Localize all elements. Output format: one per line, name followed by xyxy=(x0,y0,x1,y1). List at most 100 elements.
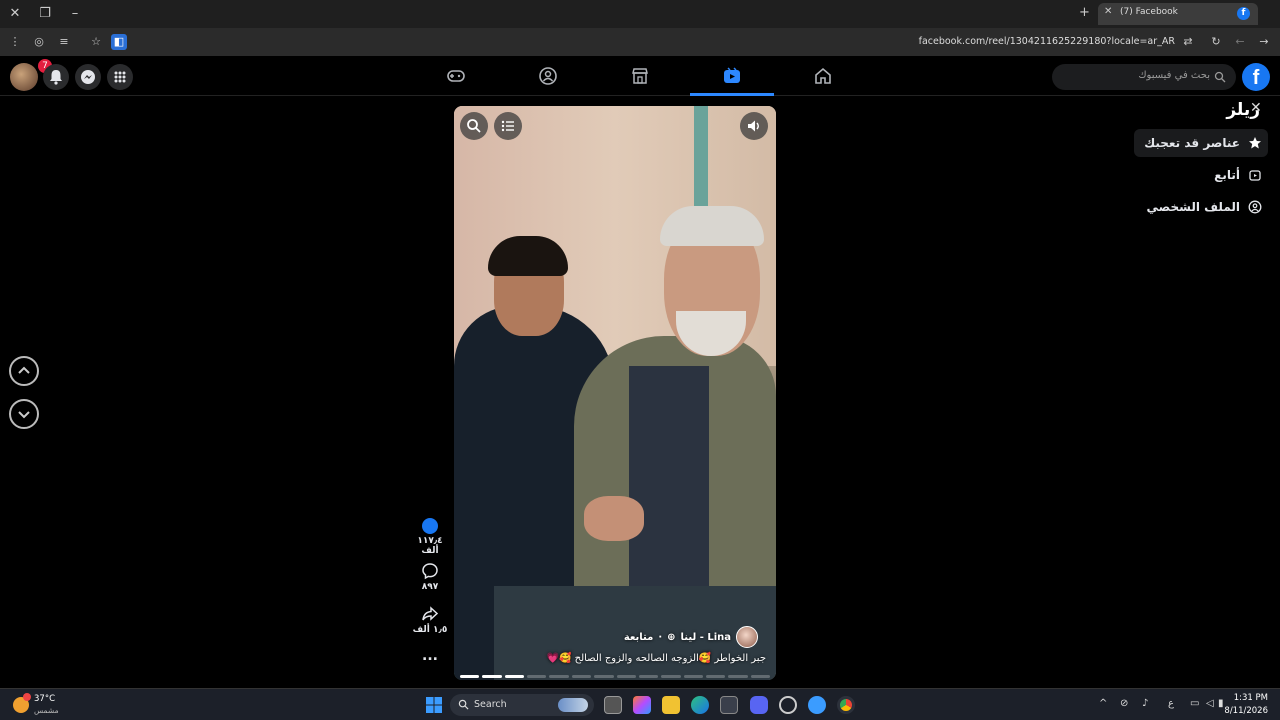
messaging-app-icon[interactable] xyxy=(808,696,826,714)
reel-caption: جبر الخواطر 🥰الزوجه الصالحه والزوج الصال… xyxy=(546,653,766,664)
gaming-icon[interactable] xyxy=(446,66,466,86)
facebook-logo[interactable]: f xyxy=(1242,63,1270,91)
grid-menu-icon xyxy=(114,71,126,83)
clock-time[interactable]: 1:31 PM xyxy=(1234,693,1268,703)
progress-segment xyxy=(549,675,569,678)
back-icon[interactable]: → xyxy=(1256,34,1272,50)
task-view-icon[interactable] xyxy=(604,696,622,714)
reading-list-icon[interactable]: ≡ xyxy=(56,34,72,50)
progress-segment xyxy=(750,675,771,678)
reel-list-button[interactable] xyxy=(494,112,522,140)
extension-icon[interactable]: ◧ xyxy=(111,34,127,50)
like-button[interactable]: ١١٧٫٤ ألف xyxy=(410,518,450,556)
site-settings-icon[interactable]: ⇄ xyxy=(1180,34,1196,50)
mute-button[interactable] xyxy=(740,112,768,140)
forward-icon[interactable]: ← xyxy=(1232,34,1248,50)
globe-icon: ⊕ xyxy=(667,631,676,643)
restore-window-icon[interactable]: ❐ xyxy=(34,4,56,24)
notifications-button[interactable] xyxy=(43,64,69,90)
store-icon[interactable] xyxy=(720,696,738,714)
discord-icon[interactable] xyxy=(750,696,768,714)
speaker-icon xyxy=(748,120,759,132)
file-explorer-icon[interactable] xyxy=(662,696,680,714)
reel-video[interactable]: متابعة · ⊕ لينا - Lina جبر الخواطر 🥰الزو… xyxy=(454,106,776,680)
reels-video-icon[interactable] xyxy=(722,66,742,86)
close-window-icon[interactable]: ✕ xyxy=(4,4,26,24)
edge-browser-icon[interactable] xyxy=(691,696,709,714)
profile-icon xyxy=(1248,200,1262,214)
browser-tab-bar: ✕ ❐ – + ✕ (7) Facebook f xyxy=(0,0,1280,28)
marketplace-icon[interactable] xyxy=(630,66,650,86)
sidebar-item-following[interactable]: أتابع xyxy=(1204,161,1268,189)
like-count: ١١٧٫٤ ألف xyxy=(417,536,443,556)
copilot-icon[interactable] xyxy=(633,696,651,714)
menu-button[interactable] xyxy=(107,64,133,90)
follow-link[interactable]: متابعة xyxy=(624,632,654,643)
groups-icon[interactable] xyxy=(538,66,558,86)
progress-segment xyxy=(460,675,480,678)
windows-start-icon[interactable] xyxy=(426,697,442,713)
address-bar: ⋮ ◎ ≡ ☆ ◧ facebook.com/reel/130421162522… xyxy=(0,28,1280,56)
sidebar-item-label: عناصر قد تعجبك xyxy=(1144,136,1240,150)
share-count: ١٫٥ ألف xyxy=(412,625,448,635)
sidebar-item-label: أتابع xyxy=(1214,168,1240,182)
more-options-button[interactable]: ... xyxy=(410,648,450,664)
reel-author[interactable]: متابعة · ⊕ لينا - Lina xyxy=(624,626,758,648)
show-hidden-icons-icon[interactable]: ^ xyxy=(1099,698,1107,709)
battery-icon[interactable]: ▮ xyxy=(1218,698,1224,709)
new-tab-button[interactable]: + xyxy=(1079,5,1090,20)
chevron-up-icon xyxy=(18,366,30,374)
share-button[interactable]: ١٫٥ ألف xyxy=(410,605,450,635)
sidebar-item-suggested[interactable]: عناصر قد تعجبك xyxy=(1134,129,1268,157)
taskbar-search[interactable]: Search xyxy=(450,694,594,716)
messenger-button[interactable] xyxy=(75,64,101,90)
like-icon xyxy=(422,518,438,534)
separator: · xyxy=(658,631,663,643)
progress-segment xyxy=(571,675,592,678)
minimize-window-icon[interactable]: – xyxy=(64,4,86,24)
search-input[interactable]: بحث في فيسبوك xyxy=(1052,64,1236,90)
close-tab-icon[interactable]: ✕ xyxy=(1104,6,1112,17)
home-icon[interactable] xyxy=(813,66,833,86)
active-tab-indicator xyxy=(690,93,774,96)
sidebar-title: ريلز xyxy=(1226,100,1260,120)
microphone-icon[interactable]: ♪ xyxy=(1142,698,1148,709)
progress-segment xyxy=(638,675,659,678)
browser-tab[interactable]: ✕ (7) Facebook f xyxy=(1098,3,1258,25)
weather-description: مشمس xyxy=(34,706,59,715)
reel-progress[interactable] xyxy=(460,675,771,678)
clock-date[interactable]: 8/11/2026 xyxy=(1224,706,1268,716)
progress-segment xyxy=(482,675,502,678)
previous-reel-button[interactable] xyxy=(9,356,39,386)
volume-icon[interactable]: ◁ xyxy=(1206,698,1214,709)
author-name[interactable]: لينا - Lina xyxy=(681,632,731,643)
list-icon xyxy=(501,120,514,132)
bell-icon xyxy=(50,70,62,85)
weather-temperature[interactable]: 37°C xyxy=(34,694,55,704)
next-reel-button[interactable] xyxy=(9,399,39,429)
github-desktop-icon[interactable] xyxy=(779,696,797,714)
sidebar-item-label: الملف الشخصي xyxy=(1146,200,1240,214)
url-field[interactable]: facebook.com/reel/1304211625229180?local… xyxy=(900,36,1175,47)
search-icon xyxy=(458,699,469,710)
reload-icon[interactable]: ↻ xyxy=(1208,34,1224,50)
input-language[interactable]: ع xyxy=(1168,698,1174,709)
messenger-icon xyxy=(81,70,95,84)
sidebar-item-profile[interactable]: الملف الشخصي xyxy=(1137,193,1268,221)
search-icon xyxy=(1214,71,1226,83)
network-off-icon[interactable]: ⊘ xyxy=(1120,698,1128,709)
bookmark-star-icon[interactable]: ☆ xyxy=(88,34,104,50)
more-dots-icon: ... xyxy=(422,648,438,664)
chrome-icon[interactable] xyxy=(837,696,855,714)
menu-dots-icon[interactable]: ⋮ xyxy=(7,34,23,50)
progress-segment xyxy=(504,675,525,678)
share-icon xyxy=(422,606,439,621)
search-icon xyxy=(467,119,481,133)
comment-button[interactable]: ٨٩٧ xyxy=(410,562,450,592)
progress-segment xyxy=(728,675,748,678)
profile-icon[interactable]: ◎ xyxy=(31,34,47,50)
account-avatar[interactable] xyxy=(10,63,38,91)
reel-search-button[interactable] xyxy=(460,112,488,140)
author-avatar[interactable] xyxy=(736,626,758,648)
display-icon[interactable]: ▭ xyxy=(1190,698,1199,709)
